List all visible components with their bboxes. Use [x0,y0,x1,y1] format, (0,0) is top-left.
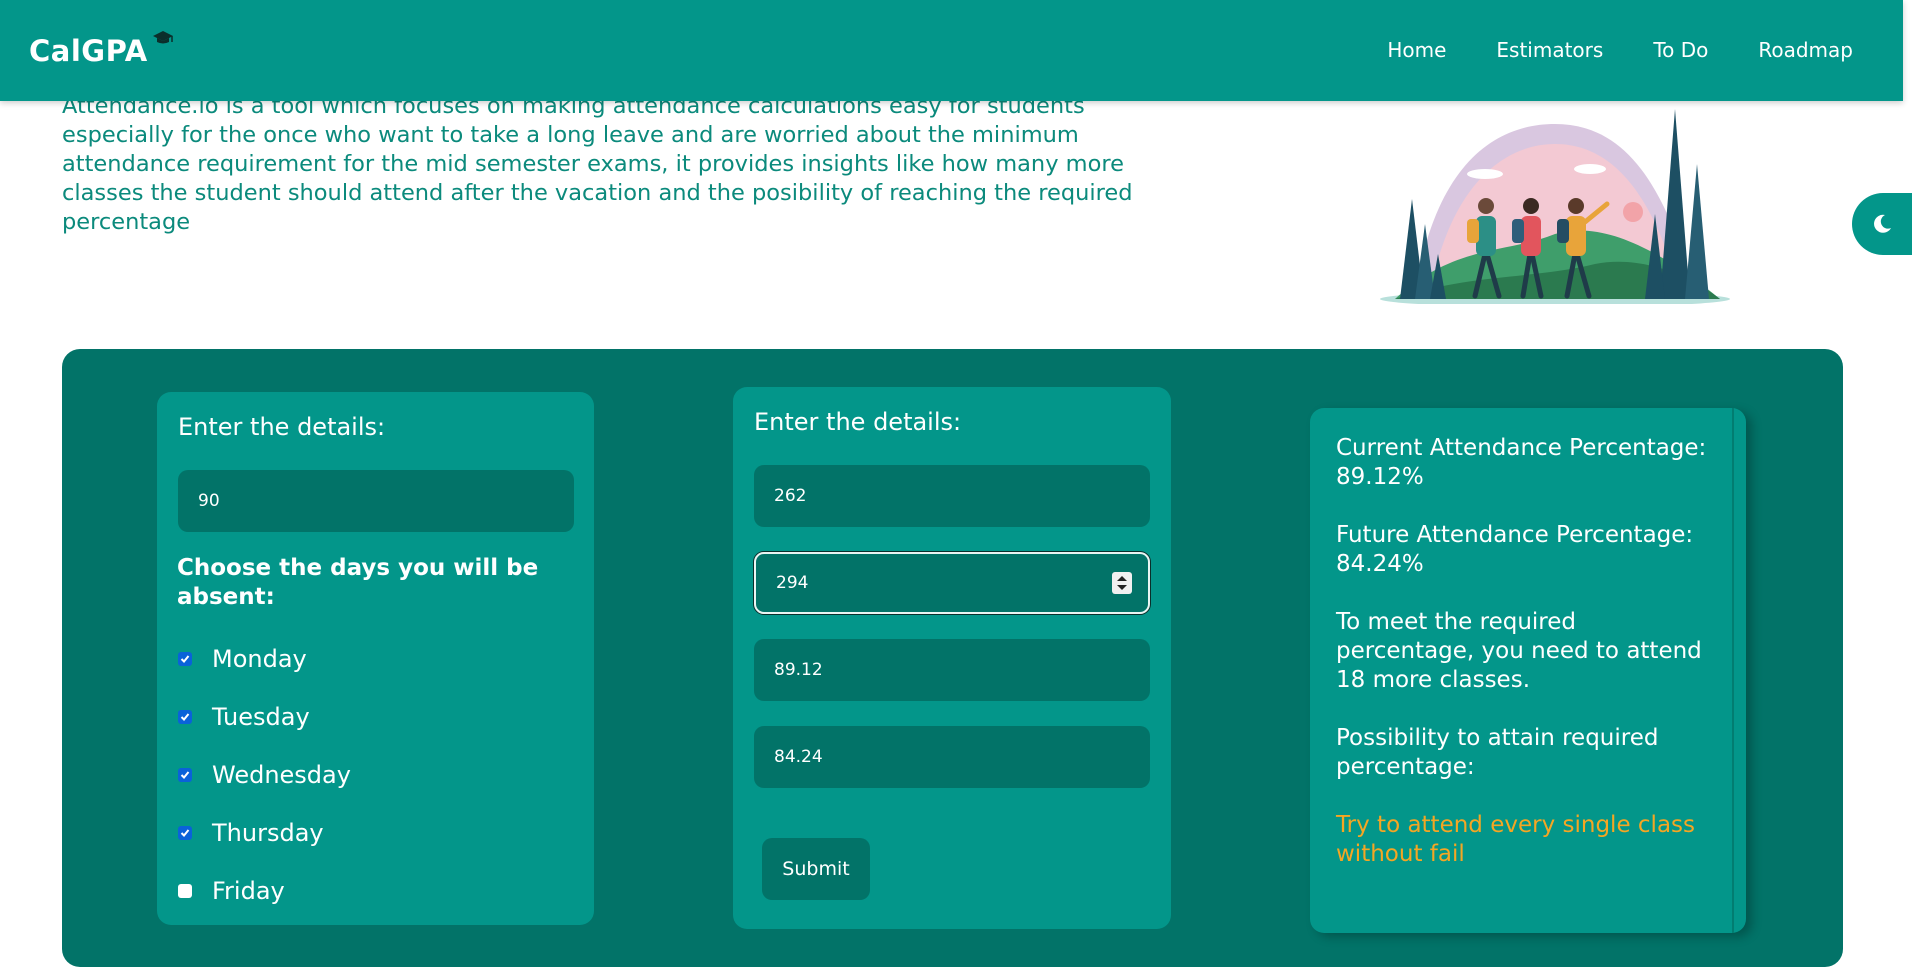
friday-label[interactable]: Friday [212,877,285,905]
main-nav: Home Estimators To Do Roadmap [1387,38,1853,62]
future-percentage-input[interactable] [754,726,1150,788]
theme-toggle-button[interactable] [1852,193,1912,255]
nav-to-do[interactable]: To Do [1653,38,1708,62]
checkmark-icon [180,771,190,779]
day-row-tuesday: Tuesday [178,703,310,731]
current-percentage-input[interactable] [754,639,1150,701]
classes-needed-result: To meet the required percentage, you nee… [1336,609,1702,693]
card-title: Enter the details: [178,413,386,441]
submit-button[interactable]: Submit [762,838,870,900]
number-spinner-icon[interactable] [1112,572,1132,594]
nav-home[interactable]: Home [1387,38,1446,62]
classes-attended-input[interactable] [754,465,1150,527]
thursday-checkbox[interactable] [178,826,192,840]
results-card: Current Attendance Percentage: 89.12% Fu… [1310,408,1746,933]
moon-icon [1874,214,1891,233]
tuesday-checkbox[interactable] [178,710,192,724]
class-details-card: Enter the details: Submit [733,387,1171,929]
required-percentage-input[interactable] [178,470,574,532]
nav-estimators[interactable]: Estimators [1496,38,1603,62]
checkmark-icon [180,829,190,837]
future-attendance-result: Future Attendance Percentage: 84.24% [1336,522,1694,577]
wednesday-label[interactable]: Wednesday [212,761,351,789]
current-attendance-result: Current Attendance Percentage: 89.12% [1336,435,1707,490]
possibility-label: Possibility to attain required percentag… [1336,725,1659,780]
total-classes-input[interactable] [754,552,1150,614]
absent-days-prompt: Choose the days you will be absent: [177,555,539,610]
day-row-wednesday: Wednesday [178,761,351,789]
day-row-monday: Monday [178,645,307,673]
nav-roadmap[interactable]: Roadmap [1758,38,1853,62]
monday-label[interactable]: Monday [212,645,307,673]
brand-logo[interactable]: CalGPA [29,34,148,68]
friday-checkbox[interactable] [178,884,192,898]
absence-days-card: Enter the details: Choose the days you w… [157,392,594,925]
day-row-thursday: Thursday [178,819,324,847]
checkmark-icon [180,655,190,663]
thursday-label[interactable]: Thursday [212,819,324,847]
advice-message: Try to attend every single class without… [1336,812,1696,867]
total-classes-field [754,552,1150,614]
card-title: Enter the details: [754,408,962,436]
hikers-illustration [1380,109,1730,304]
intro-description: Attendance.io is a tool which focuses on… [62,93,1133,235]
checkmark-icon [180,713,190,721]
wednesday-checkbox[interactable] [178,768,192,782]
navbar: CalGPA Home Estimators To Do Roadmap [0,0,1903,101]
monday-checkbox[interactable] [178,652,192,666]
graduation-cap-icon [153,31,173,44]
tuesday-label[interactable]: Tuesday [212,703,310,731]
day-row-friday: Friday [178,877,285,905]
results-scroll-edge [1732,408,1734,933]
